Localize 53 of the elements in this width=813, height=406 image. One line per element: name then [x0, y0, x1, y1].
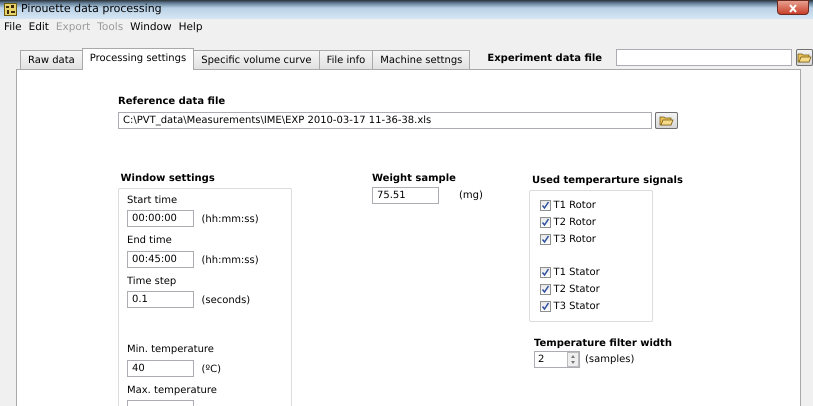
field-label: Start time [127, 194, 178, 208]
spinner-arrows-icon[interactable] [567, 352, 579, 366]
unit-label: (seconds) [202, 294, 250, 308]
folder-icon[interactable] [797, 52, 812, 63]
tab[interactable]: File info [318, 50, 374, 69]
input-field[interactable]: 0.1 [127, 291, 194, 308]
checkbox-label: T1 Stator [554, 266, 600, 280]
window-title: Pirouette data processing [21, 1, 162, 18]
field-label: Temperature filter width [534, 336, 673, 350]
tab[interactable]: Raw data [20, 50, 83, 69]
input-field[interactable]: 75.51 [372, 186, 439, 204]
checkbox-label: T3 Rotor [554, 232, 596, 246]
input-field[interactable]: 00:00:00 [127, 210, 194, 227]
field-label: Max. temperature [127, 384, 218, 398]
field-label: Time step [127, 274, 178, 288]
unit-label: (ºC) [202, 362, 221, 376]
field-label: Min. temperature [127, 343, 215, 357]
checkbox[interactable] [540, 216, 551, 228]
tab[interactable]: Machine settngs [372, 50, 470, 69]
spin-field[interactable]: 2 [534, 350, 580, 368]
menu-item[interactable]: Help [178, 20, 203, 36]
checkbox[interactable] [540, 200, 551, 210]
unit-label: (mg) [459, 188, 483, 202]
field-label: End time [127, 234, 173, 248]
browse-button[interactable] [796, 49, 813, 66]
browse-button[interactable] [654, 112, 678, 128]
menu-item[interactable]: Window [130, 20, 172, 36]
unit-label: (samples) [585, 352, 634, 366]
file-path-field[interactable]: C:\PVT_data\Measurements\IME\EXP 2010-03-17 11-36-38.xls [118, 112, 652, 128]
checkbox-label: T2 Stator [554, 282, 600, 296]
unit-label: (hh:mm:ss) [202, 254, 259, 268]
menu-item[interactable]: File [4, 20, 22, 36]
menu-item[interactable]: Edit [28, 20, 49, 36]
tab[interactable]: Specific volume curve [193, 50, 320, 69]
folder-icon[interactable] [658, 114, 674, 126]
checkbox-label: T1 Rotor [554, 198, 596, 212]
group-title: Window settings [120, 172, 216, 186]
checkbox[interactable] [540, 284, 551, 294]
input-field[interactable]: 40 [127, 360, 194, 376]
checkbox[interactable] [540, 234, 551, 244]
file-path-field[interactable] [616, 49, 792, 66]
checkbox[interactable] [540, 300, 551, 312]
input-field[interactable]: 00:45:00 [127, 250, 194, 268]
checkbox-label: T2 Rotor [554, 216, 596, 230]
field-label: Weight sample [372, 172, 457, 186]
checkbox[interactable] [540, 266, 551, 278]
checkbox-label: T3 Stator [554, 300, 600, 314]
unit-label: (hh:mm:ss) [202, 213, 259, 227]
tab[interactable]: Processing settings [82, 48, 194, 70]
field-label: Experiment data file [487, 52, 602, 66]
app-icon [4, 3, 17, 16]
field-label: Reference data file [118, 95, 226, 109]
group-title: Used temperarture signals [532, 174, 683, 188]
